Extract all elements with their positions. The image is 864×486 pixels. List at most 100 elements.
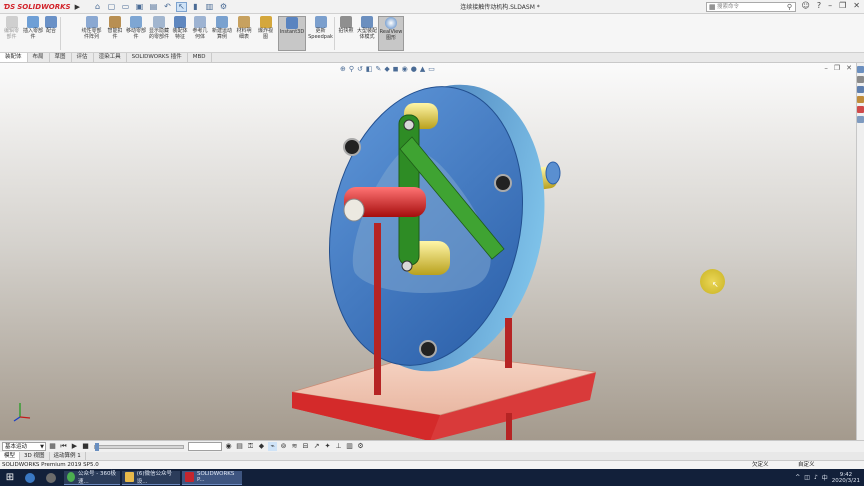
open-file-icon[interactable]: ▭: [120, 2, 131, 12]
tab-layout[interactable]: 布局: [28, 53, 50, 62]
play-from-start-icon[interactable]: ⏮: [59, 442, 68, 451]
menu-expand-icon[interactable]: ▶: [75, 3, 80, 11]
taskbar-pinned-icon[interactable]: [22, 471, 41, 485]
gravity-icon[interactable]: ⊥: [334, 442, 343, 451]
playback-speed-slider[interactable]: [94, 442, 184, 451]
assembly-model[interactable]: [0, 63, 856, 440]
custom-properties-icon[interactable]: [857, 116, 864, 123]
title-bar: ƊS SOLIDWORKS ▶ ⌂ ▢ ▭ ▣ ▤ ↶ ↖ ▮ ▥ ⚙ 连续接触…: [0, 0, 864, 14]
move-component-button[interactable]: 移动零部件: [126, 16, 146, 40]
slider-knob[interactable]: [95, 442, 99, 451]
autokey-icon[interactable]: ⚿: [246, 442, 255, 451]
bom-button[interactable]: 材料明细表: [235, 16, 253, 40]
back-shaft-collar[interactable]: [545, 161, 561, 185]
system-clock[interactable]: 9:42 2020/3/21: [832, 472, 860, 484]
play-icon[interactable]: ▶: [70, 442, 79, 451]
search-icon[interactable]: ⚲: [787, 3, 792, 12]
insert-component-button[interactable]: 插入零部件: [23, 16, 43, 40]
show-hidden-button[interactable]: 显示隐藏的零部件: [149, 16, 169, 40]
tab-model[interactable]: 模型: [0, 452, 21, 460]
mate-button[interactable]: 配合: [45, 16, 57, 35]
motor-icon[interactable]: ⊚: [279, 442, 288, 451]
update-speedpak-button[interactable]: 更新Speedpak: [308, 16, 333, 40]
left-post[interactable]: [374, 223, 381, 395]
snapshot-button[interactable]: 拍快照: [337, 16, 355, 35]
tray-ime-icon[interactable]: 中: [822, 473, 828, 482]
tab-assembly[interactable]: 装配体: [0, 53, 28, 62]
file-explorer-icon[interactable]: [857, 86, 864, 93]
front-post[interactable]: [506, 413, 512, 440]
button-label: 参考几何体: [192, 28, 208, 40]
taskbar-pinned-icon[interactable]: [43, 471, 62, 485]
realview-button[interactable]: RealView图形: [378, 16, 404, 51]
new-file-icon[interactable]: ▢: [106, 2, 117, 12]
search-scope-icon[interactable]: ▦: [709, 3, 716, 12]
solidworks-logo[interactable]: ƊS SOLIDWORKS ▶: [0, 2, 80, 11]
linear-pattern-button[interactable]: 线性零部件阵列: [81, 16, 102, 40]
tray-volume-icon[interactable]: ♪: [814, 474, 818, 481]
rebuild-icon[interactable]: ▮: [190, 2, 201, 12]
windows-start-icon[interactable]: ⊞: [0, 469, 20, 486]
file-properties-icon[interactable]: ▥: [204, 2, 215, 12]
unit-system[interactable]: 自定义: [798, 461, 815, 469]
right-post[interactable]: [505, 318, 512, 368]
reference-geometry-button[interactable]: 参考几何体: [191, 16, 209, 40]
instant3d-button[interactable]: Instant3D: [278, 16, 306, 51]
damper-icon[interactable]: ⊟: [301, 442, 310, 451]
stop-icon[interactable]: ■: [81, 442, 90, 451]
select-pointer-icon[interactable]: ↖: [176, 1, 187, 12]
ds-logo-icon: ƊS: [4, 2, 16, 11]
calculate-icon[interactable]: ▦: [48, 442, 57, 451]
graphics-area[interactable]: ⊕ ⚲ ↺ ◧ ✎ ◆ ◼ ◉ ● ▲ ▭ – ❐ ✕ ↖: [0, 63, 856, 440]
shaft-end-cap[interactable]: [343, 198, 365, 222]
design-library-icon[interactable]: [857, 76, 864, 83]
playback-mode-select[interactable]: [188, 442, 222, 451]
spring-icon[interactable]: ≋: [290, 442, 299, 451]
save-icon[interactable]: ▣: [134, 2, 145, 12]
bolt-bottom[interactable]: [419, 340, 437, 358]
minimize-icon[interactable]: –: [828, 1, 832, 10]
edit-component-icon: [5, 16, 18, 28]
search-commands-field[interactable]: ▦ 搜索命令 ⚲: [706, 2, 796, 12]
solidworks-resources-icon[interactable]: [857, 66, 864, 73]
new-motion-study-button[interactable]: 新建运动算例: [212, 16, 232, 40]
smart-fasteners-button[interactable]: 智能扣件: [106, 16, 124, 40]
motion-study-properties-icon[interactable]: ⚙: [356, 442, 365, 451]
help-icon[interactable]: ?: [817, 1, 821, 10]
results-plots-icon[interactable]: ⌁: [268, 442, 277, 451]
taskbar-app-browser[interactable]: 公众号 - 360极速...: [64, 470, 120, 485]
tab-solidworks-addins[interactable]: SOLIDWORKS 插件: [127, 53, 188, 62]
edit-component-button[interactable]: 编辑零部件: [3, 16, 20, 40]
taskbar-app-folder[interactable]: (6)微信公众号设...: [122, 470, 180, 485]
tab-3d-views[interactable]: 3D 视图: [20, 452, 50, 460]
tab-sketch[interactable]: 草图: [50, 53, 72, 62]
user-icon[interactable]: ☺: [802, 1, 810, 10]
restore-icon[interactable]: ❐: [839, 1, 846, 10]
taskbar-app-solidworks[interactable]: SOLIDWORKS P...: [182, 470, 242, 485]
tab-motion-study-1[interactable]: 运动算例 1: [50, 452, 86, 460]
view-palette-icon[interactable]: [857, 96, 864, 103]
print-icon[interactable]: ▤: [148, 2, 159, 12]
save-animation-icon[interactable]: ◉: [224, 442, 233, 451]
exploded-view-button[interactable]: 爆炸视图: [256, 16, 275, 40]
tray-network-icon[interactable]: ◫: [804, 474, 810, 481]
contact-icon[interactable]: ✦: [323, 442, 332, 451]
undo-icon[interactable]: ↶: [162, 2, 173, 12]
bolt-top-left[interactable]: [343, 138, 361, 156]
tab-render-tools[interactable]: 渲染工具: [94, 53, 127, 62]
large-assembly-button[interactable]: 大型装配体模式: [357, 16, 377, 40]
animation-wizard-icon[interactable]: ▤: [235, 442, 244, 451]
bolt-right[interactable]: [494, 174, 512, 192]
tab-mbd[interactable]: MBD: [188, 53, 212, 62]
appearances-icon[interactable]: [857, 106, 864, 113]
assembly-features-button[interactable]: 装配体特征: [171, 16, 189, 40]
tab-evaluate[interactable]: 评估: [72, 53, 94, 62]
tray-chevron-icon[interactable]: ^: [795, 474, 800, 481]
close-icon[interactable]: ✕: [853, 1, 860, 10]
results-icon[interactable]: ▥: [345, 442, 354, 451]
motion-type-select[interactable]: 基本运动 ▼: [2, 442, 46, 451]
options-gear-icon[interactable]: ⚙: [218, 2, 229, 12]
home-icon[interactable]: ⌂: [92, 2, 103, 12]
add-key-icon[interactable]: ◆: [257, 442, 266, 451]
force-icon[interactable]: ↗: [312, 442, 321, 451]
